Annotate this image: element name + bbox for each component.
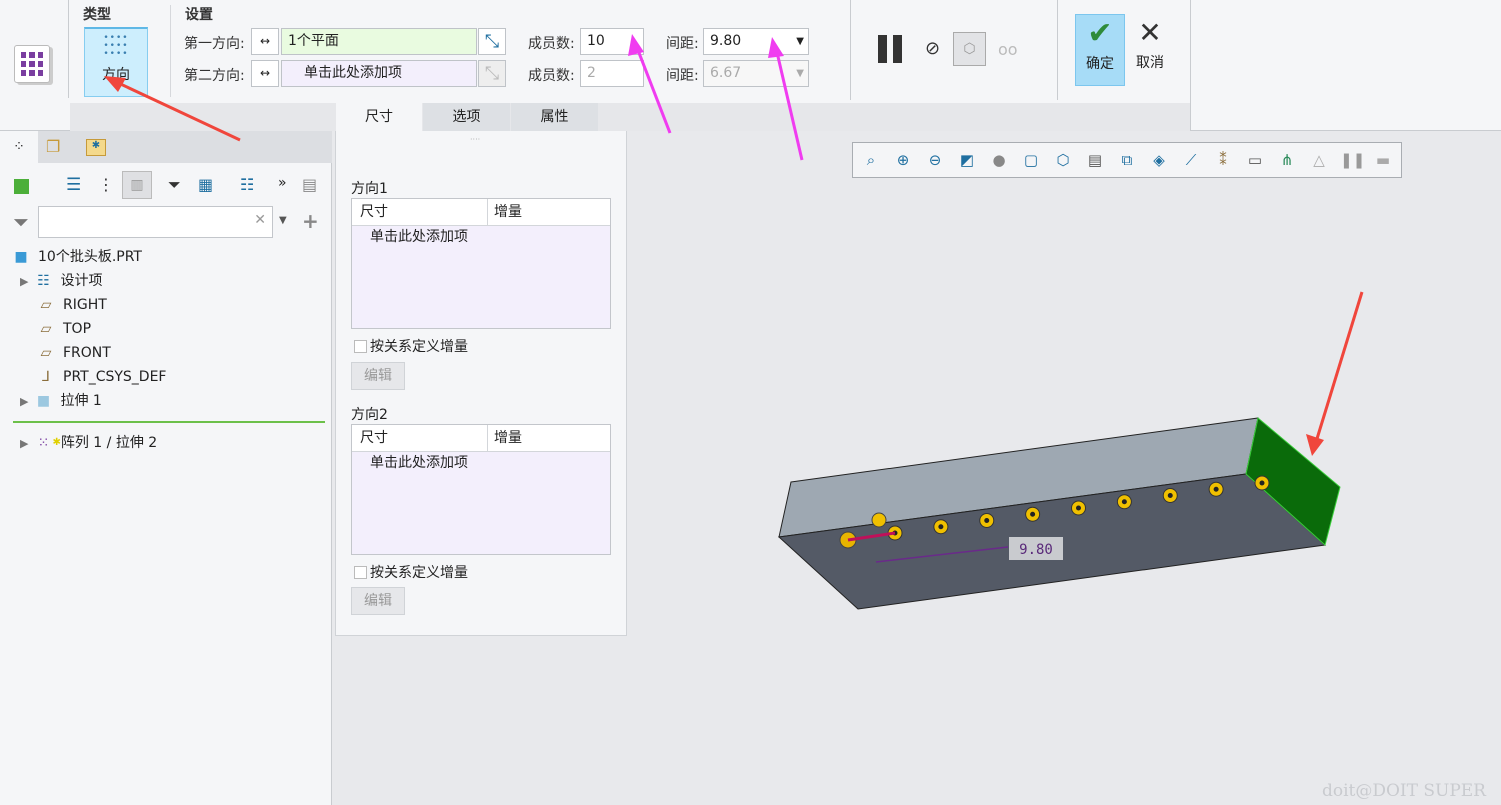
magenta-arrow-head: [628, 34, 644, 56]
pattern-member-center: [984, 518, 990, 523]
pattern-member-center: [1030, 511, 1036, 517]
dimension-value[interactable]: 9.80: [1019, 542, 1053, 558]
magenta-arrow-members: [634, 44, 672, 134]
pattern-member-center: [1076, 505, 1081, 511]
magenta-arrow-spacing: [774, 47, 804, 161]
magenta-arrow-head: [768, 37, 784, 58]
red-arrow-type: [111, 78, 241, 142]
pattern-member-center: [1213, 486, 1219, 492]
annotation-arrows: [104, 34, 1364, 456]
pattern-member-center: [938, 524, 944, 530]
watermark: doit@DOIT SUPER: [1322, 781, 1487, 801]
pattern-drag-handle[interactable]: [871, 512, 887, 528]
red-arrow-face: [1314, 291, 1364, 443]
model-viewport[interactable]: 9.80 doit@DOIT SUPER: [0, 0, 1501, 805]
pattern-member-center: [1167, 493, 1173, 498]
pattern-member-center: [1121, 499, 1127, 505]
red-arrow-head: [1306, 434, 1324, 456]
pattern-member-center: [1259, 480, 1265, 486]
